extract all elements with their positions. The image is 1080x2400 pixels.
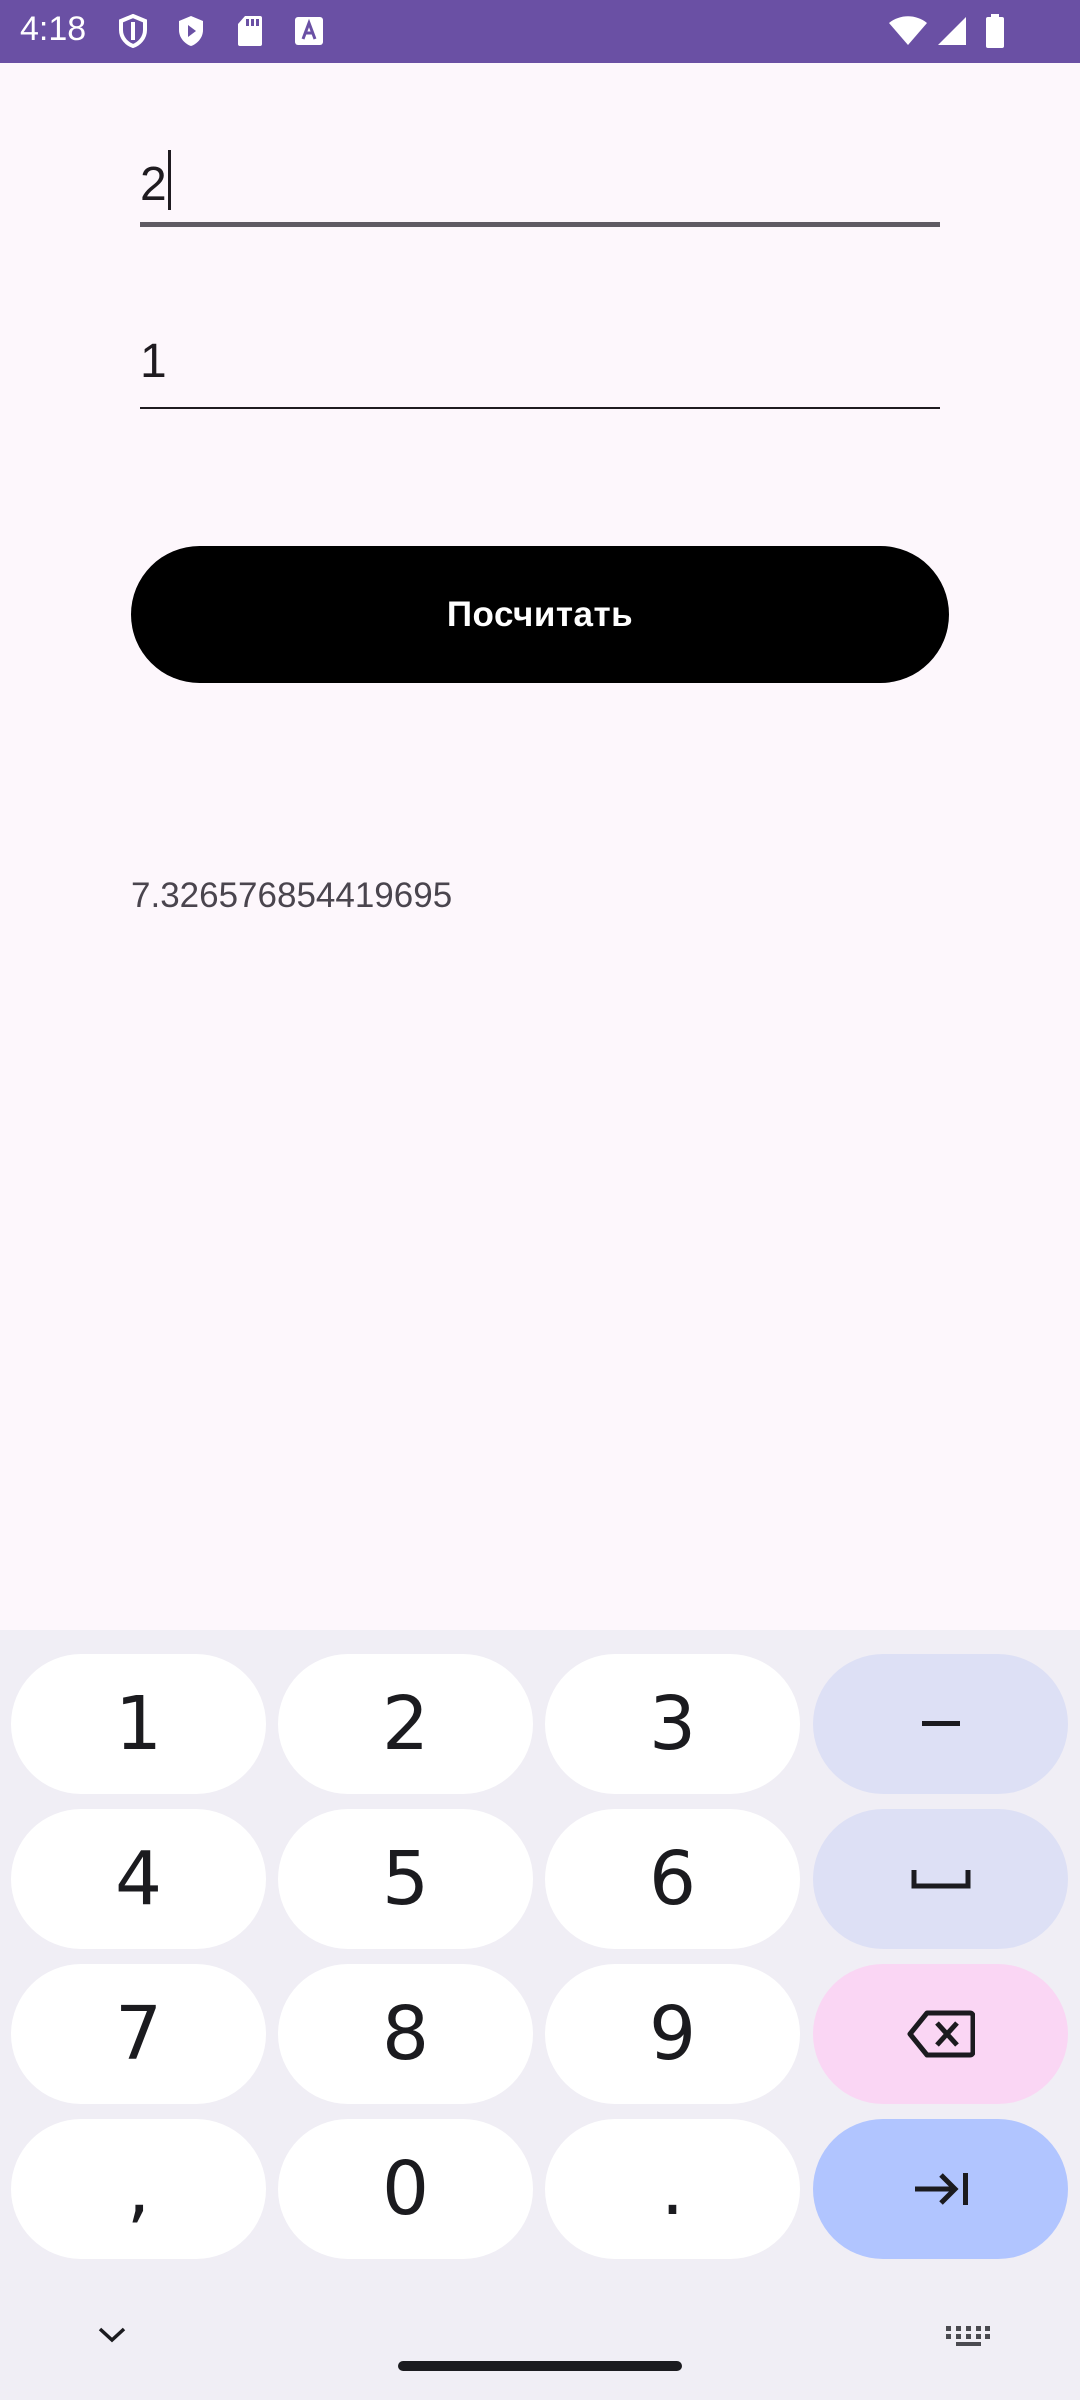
shield-icon xyxy=(118,14,148,48)
key-4[interactable]: 4 xyxy=(11,1809,266,1949)
backspace-icon xyxy=(907,2010,975,2058)
numeric-keyboard: 1 2 3 4 5 6 7 8 9 , 0 . xyxy=(0,1630,1080,2400)
text-a-icon xyxy=(294,14,324,48)
first-field-underline xyxy=(140,222,940,227)
key-9[interactable]: 9 xyxy=(545,1964,800,2104)
key-3[interactable]: 3 xyxy=(545,1654,800,1794)
key-period[interactable]: . xyxy=(545,2119,800,2259)
key-backspace[interactable] xyxy=(813,1964,1068,2104)
key-8[interactable]: 8 xyxy=(278,1964,533,2104)
second-field-underline xyxy=(140,407,940,409)
play-protect-icon xyxy=(176,14,206,48)
wifi-icon xyxy=(888,14,928,48)
result-text: 7.326576854419695 xyxy=(131,876,453,915)
key-space[interactable] xyxy=(813,1809,1068,1949)
space-icon xyxy=(911,1870,970,1889)
calculate-button[interactable]: Посчитать xyxy=(131,546,949,683)
hide-keyboard-chevron-icon[interactable] xyxy=(90,2320,134,2350)
key-minus[interactable] xyxy=(813,1654,1068,1794)
first-number-field[interactable]: 2 xyxy=(140,140,940,230)
text-cursor xyxy=(167,150,171,210)
status-time: 4:18 xyxy=(20,10,87,48)
key-1[interactable]: 1 xyxy=(11,1654,266,1794)
key-7[interactable]: 7 xyxy=(11,1964,266,2104)
home-indicator[interactable] xyxy=(398,2361,682,2371)
key-5[interactable]: 5 xyxy=(278,1809,533,1949)
keyboard-switch-icon[interactable] xyxy=(944,2320,992,2352)
battery-icon xyxy=(985,14,1005,48)
first-number-value: 2 xyxy=(140,158,167,211)
minus-icon xyxy=(921,1721,960,1726)
next-tab-icon xyxy=(914,2173,968,2205)
key-0[interactable]: 0 xyxy=(278,2119,533,2259)
signal-icon xyxy=(936,14,968,48)
key-comma[interactable]: , xyxy=(11,2119,266,2259)
sd-card-icon xyxy=(236,14,264,48)
second-number-field[interactable]: 1 xyxy=(140,330,940,410)
second-number-value: 1 xyxy=(140,335,167,388)
key-6[interactable]: 6 xyxy=(545,1809,800,1949)
key-next[interactable] xyxy=(813,2119,1068,2259)
key-2[interactable]: 2 xyxy=(278,1654,533,1794)
status-bar: 4:18 xyxy=(0,0,1080,63)
